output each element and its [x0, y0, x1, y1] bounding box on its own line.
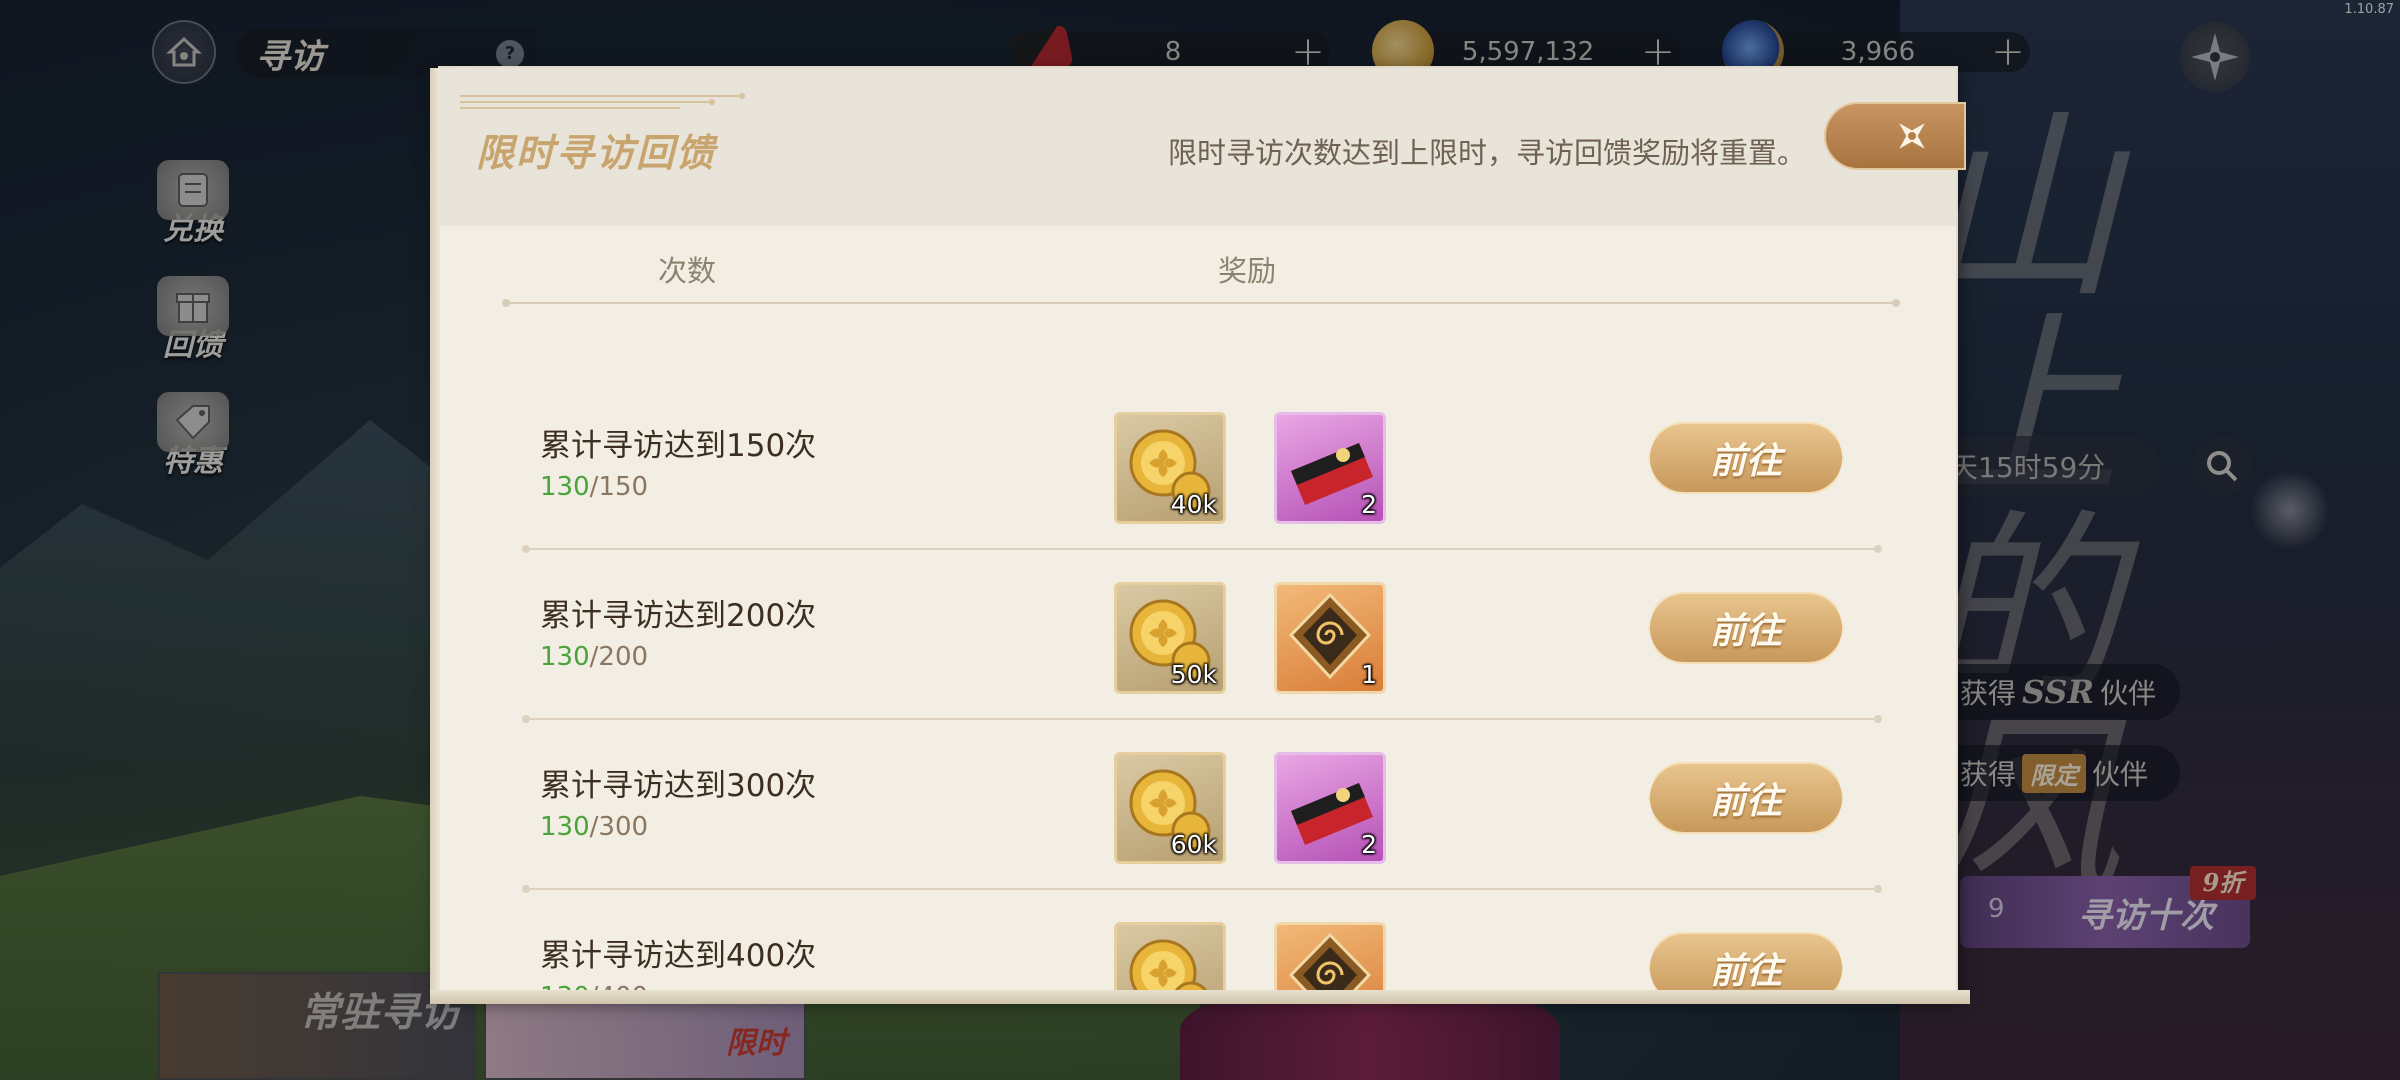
go-button[interactable]: 前往 [1648, 422, 1844, 494]
spiral-crystal-icon [1288, 932, 1372, 990]
go-button-label: 前往 [1709, 780, 1782, 822]
reward-item-gold[interactable]: 60k [1114, 752, 1226, 864]
progress-target: 300 [598, 812, 649, 842]
reward-item-crystal[interactable]: 1 [1274, 582, 1386, 694]
gold-coin-icon [1129, 939, 1208, 990]
column-header-reward: 奖励 [1218, 254, 1277, 288]
reward-item-ticket[interactable]: 2 [1274, 752, 1386, 864]
go-button-label: 前往 [1709, 440, 1782, 482]
reward-item-ticket[interactable]: 2 [1274, 412, 1386, 524]
reward-dialog: 限时寻访回馈 限时寻访次数达到上限时，寻访回馈奖励将重置。 次数 奖励 累计寻访… [430, 66, 1970, 1004]
row-title: 累计寻访达到200次 [540, 598, 817, 634]
row-progress: 130/300 [540, 812, 648, 842]
row-progress: 130/150 [540, 472, 648, 502]
reward-row: 累计寻访达到200次 130/200 50k 1 前往 [440, 550, 1956, 723]
progress-target: 400 [598, 982, 648, 990]
progress-current: 130 [540, 472, 590, 502]
reward-quantity: 60k [1170, 830, 1217, 859]
reward-row: 累计寻访达到150次 130/150 40k 2 前往 [440, 380, 1956, 553]
reward-quantity: 50k [1170, 660, 1217, 689]
go-button[interactable]: 前往 [1648, 762, 1844, 834]
reward-row: 累计寻访达到400次 130/400 80k 1 前往 [440, 890, 1956, 990]
header-divider [502, 299, 1900, 307]
row-title: 累计寻访达到300次 [540, 768, 817, 804]
progress-target: 150 [598, 472, 649, 502]
reward-quantity: 2 [1361, 490, 1377, 519]
header-ornament [460, 93, 745, 109]
column-header-count: 次数 [658, 254, 717, 288]
reward-quantity: 2 [1361, 830, 1377, 859]
dialog-bottom-edge [430, 990, 1970, 1004]
row-title: 累计寻访达到150次 [540, 428, 817, 464]
row-progress: 130/200 [540, 642, 648, 672]
close-button[interactable] [1824, 102, 1966, 170]
row-progress: 130/400 [540, 982, 648, 990]
progress-target: 200 [598, 642, 649, 672]
progress-current: 130 [540, 642, 590, 672]
go-button-label: 前往 [1709, 610, 1782, 652]
reward-quantity: 40k [1170, 490, 1217, 519]
close-icon [1899, 123, 1925, 149]
reward-item-gold[interactable]: 80k [1114, 922, 1226, 990]
dialog-title: 限时寻访回馈 [476, 130, 717, 175]
reward-item-gold[interactable]: 40k [1114, 412, 1226, 524]
go-button-label: 前往 [1709, 950, 1782, 990]
reward-quantity: 1 [1361, 660, 1377, 689]
reward-row: 累计寻访达到300次 130/300 60k 2 前往 [440, 720, 1956, 893]
go-button[interactable]: 前往 [1648, 932, 1844, 990]
reward-item-crystal[interactable]: 1 [1274, 922, 1386, 990]
progress-current: 130 [540, 982, 590, 990]
progress-current: 130 [540, 812, 590, 842]
go-button[interactable]: 前往 [1648, 592, 1844, 664]
dialog-description: 限时寻访次数达到上限时，寻访回馈奖励将重置。 [1167, 136, 1806, 170]
reward-item-gold[interactable]: 50k [1114, 582, 1226, 694]
dialog-header: 限时寻访回馈 限时寻访次数达到上限时，寻访回馈奖励将重置。 [440, 68, 1956, 226]
row-title: 累计寻访达到400次 [540, 938, 817, 974]
